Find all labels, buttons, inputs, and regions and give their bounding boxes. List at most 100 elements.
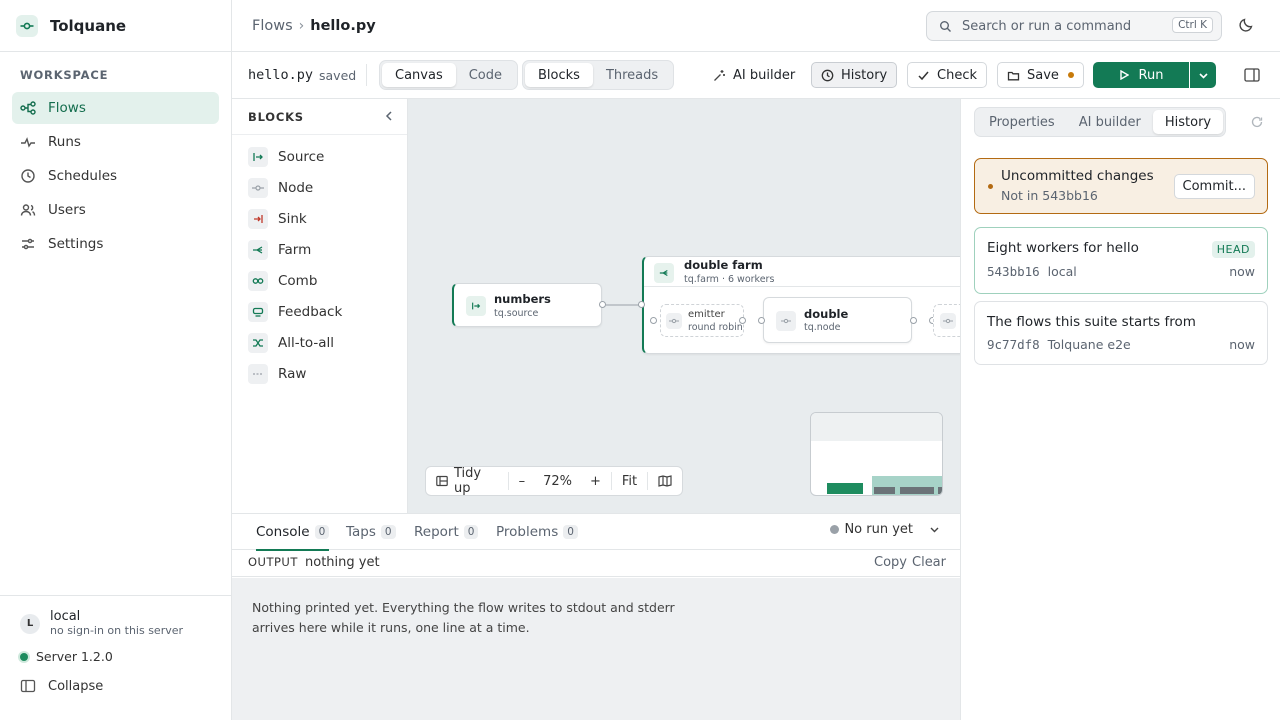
breadcrumb-flows[interactable]: Flows [252,18,293,34]
flow-canvas[interactable]: numbers tq.source double farm tq.farm · … [408,99,960,513]
run-label: Run [1138,67,1164,83]
block-source[interactable]: Source [232,141,407,172]
search-input[interactable]: Search or run a command Ctrl K [926,11,1222,41]
block-label: Comb [278,272,318,289]
farm-icon [654,263,674,283]
tab-problems[interactable]: Problems 0 [496,514,578,550]
history-button[interactable]: History [811,62,898,88]
panel-toggle-icon[interactable] [1244,68,1260,82]
tab-threads[interactable]: Threads [593,63,671,87]
user-row[interactable]: L local no sign-in on this server [0,596,231,637]
sidebar-item-settings[interactable]: Settings [12,228,219,260]
minimap[interactable] [810,412,943,496]
input-port[interactable] [638,301,645,308]
comb-icon [248,270,268,291]
fit-button[interactable]: Fit [612,467,647,495]
output-port[interactable] [739,317,746,324]
node-double[interactable]: double tq.node [763,297,912,343]
breadcrumb-current: hello.py [310,17,376,34]
tab-history[interactable]: History [1152,110,1224,134]
tab-ai-builder[interactable]: AI builder [1067,110,1153,134]
block-feedback[interactable]: Feedback [232,296,407,327]
run-state-dropdown[interactable]: No run yet [830,522,940,537]
run-options-button[interactable] [1190,62,1216,88]
input-port[interactable] [758,317,765,324]
tidy-up-button[interactable]: Tidy up [426,466,508,496]
users-icon [20,202,36,218]
console-output: Nothing printed yet. Everything the flow… [232,578,960,720]
tab-label: Report [414,524,459,540]
block-all-to-all[interactable]: All-to-all [232,327,407,358]
tab-taps[interactable]: Taps 0 [346,514,396,550]
block-sink[interactable]: Sink [232,203,407,234]
search-shortcut: Ctrl K [1172,17,1213,33]
block-label: Raw [278,365,307,382]
run-button[interactable]: Run [1093,62,1189,88]
empty-message: Nothing printed yet. Everything the flow… [252,600,675,635]
output-port[interactable] [599,301,606,308]
node-numbers[interactable]: numbers tq.source [452,283,602,327]
source-icon [466,296,486,316]
all-to-all-icon [248,332,268,353]
sidebar-item-users[interactable]: Users [12,194,219,226]
node-icon [666,313,682,329]
tab-count: 0 [463,525,479,539]
collapse-button[interactable]: Collapse [0,664,231,694]
block-node[interactable]: Node [232,172,407,203]
moon-icon[interactable] [1238,17,1254,33]
editor-toolbar: hello.py saved Canvas Code Blocks Thread… [232,52,1280,99]
tab-properties[interactable]: Properties [977,110,1067,134]
sidebar-item-label: Settings [48,236,104,252]
check-button[interactable]: Check [907,62,987,88]
save-button[interactable]: Save [997,62,1084,88]
tab-console[interactable]: Console 0 [256,514,330,551]
logo-icon [16,14,38,37]
commit-item[interactable]: The flows this suite starts from 9c77df8… [974,301,1268,365]
block-farm[interactable]: Farm [232,234,407,265]
chevron-left-icon[interactable] [383,110,395,122]
map-icon[interactable] [648,467,682,495]
unsaved-indicator [1067,72,1074,78]
view-switch: Canvas Code [379,60,518,90]
copy-button[interactable]: Copy [874,555,907,570]
block-raw[interactable]: Raw [232,358,407,389]
output-label: OUTPUT [248,555,298,569]
canvas-controls: Tidy up – 72% + Fit [425,466,683,496]
output-port[interactable] [910,317,917,324]
block-comb[interactable]: Comb [232,265,407,296]
tab-canvas[interactable]: Canvas [382,63,456,87]
sidebar-collapse-icon [20,678,36,694]
commit-button[interactable]: Commit... [1173,174,1255,199]
sidebar-item-label: Users [48,202,86,218]
tidy-up-label: Tidy up [454,466,482,496]
commit-item[interactable]: Eight workers for hello HEAD 543bb16 loc… [974,227,1268,294]
blocks-title: BLOCKS [232,99,407,135]
uncommitted-card[interactable]: Uncommitted changes Not in 543bb16 Commi… [974,158,1268,214]
node-title: double [804,307,849,321]
sidebar-item-runs[interactable]: Runs [12,126,219,158]
chevron-right-icon: › [298,17,305,34]
file-status: saved [319,68,357,83]
run-state-label: No run yet [844,522,913,537]
brand[interactable]: Tolquane [0,0,231,52]
farm-icon [248,239,268,260]
block-label: Node [278,179,314,196]
node-collector[interactable] [933,304,960,337]
tab-code[interactable]: Code [456,63,515,87]
node-emitter[interactable]: emitter round robin [660,304,744,337]
input-port[interactable] [650,317,657,324]
zoom-in-button[interactable]: + [580,467,611,495]
tab-blocks[interactable]: Blocks [525,63,593,87]
refresh-icon[interactable] [1251,116,1263,128]
clear-button[interactable]: Clear [912,555,946,570]
feedback-icon [248,301,268,322]
tab-report[interactable]: Report 0 [414,514,479,550]
divider [644,286,960,287]
sidebar-item-flows[interactable]: Flows [12,92,219,124]
sidebar-item-schedules[interactable]: Schedules [12,160,219,192]
commit-title: The flows this suite starts from [987,314,1196,330]
node-icon [248,177,268,198]
node-title: double farm [684,258,763,272]
ai-builder-button[interactable]: AI builder [703,62,806,88]
zoom-out-button[interactable]: – [509,467,536,495]
